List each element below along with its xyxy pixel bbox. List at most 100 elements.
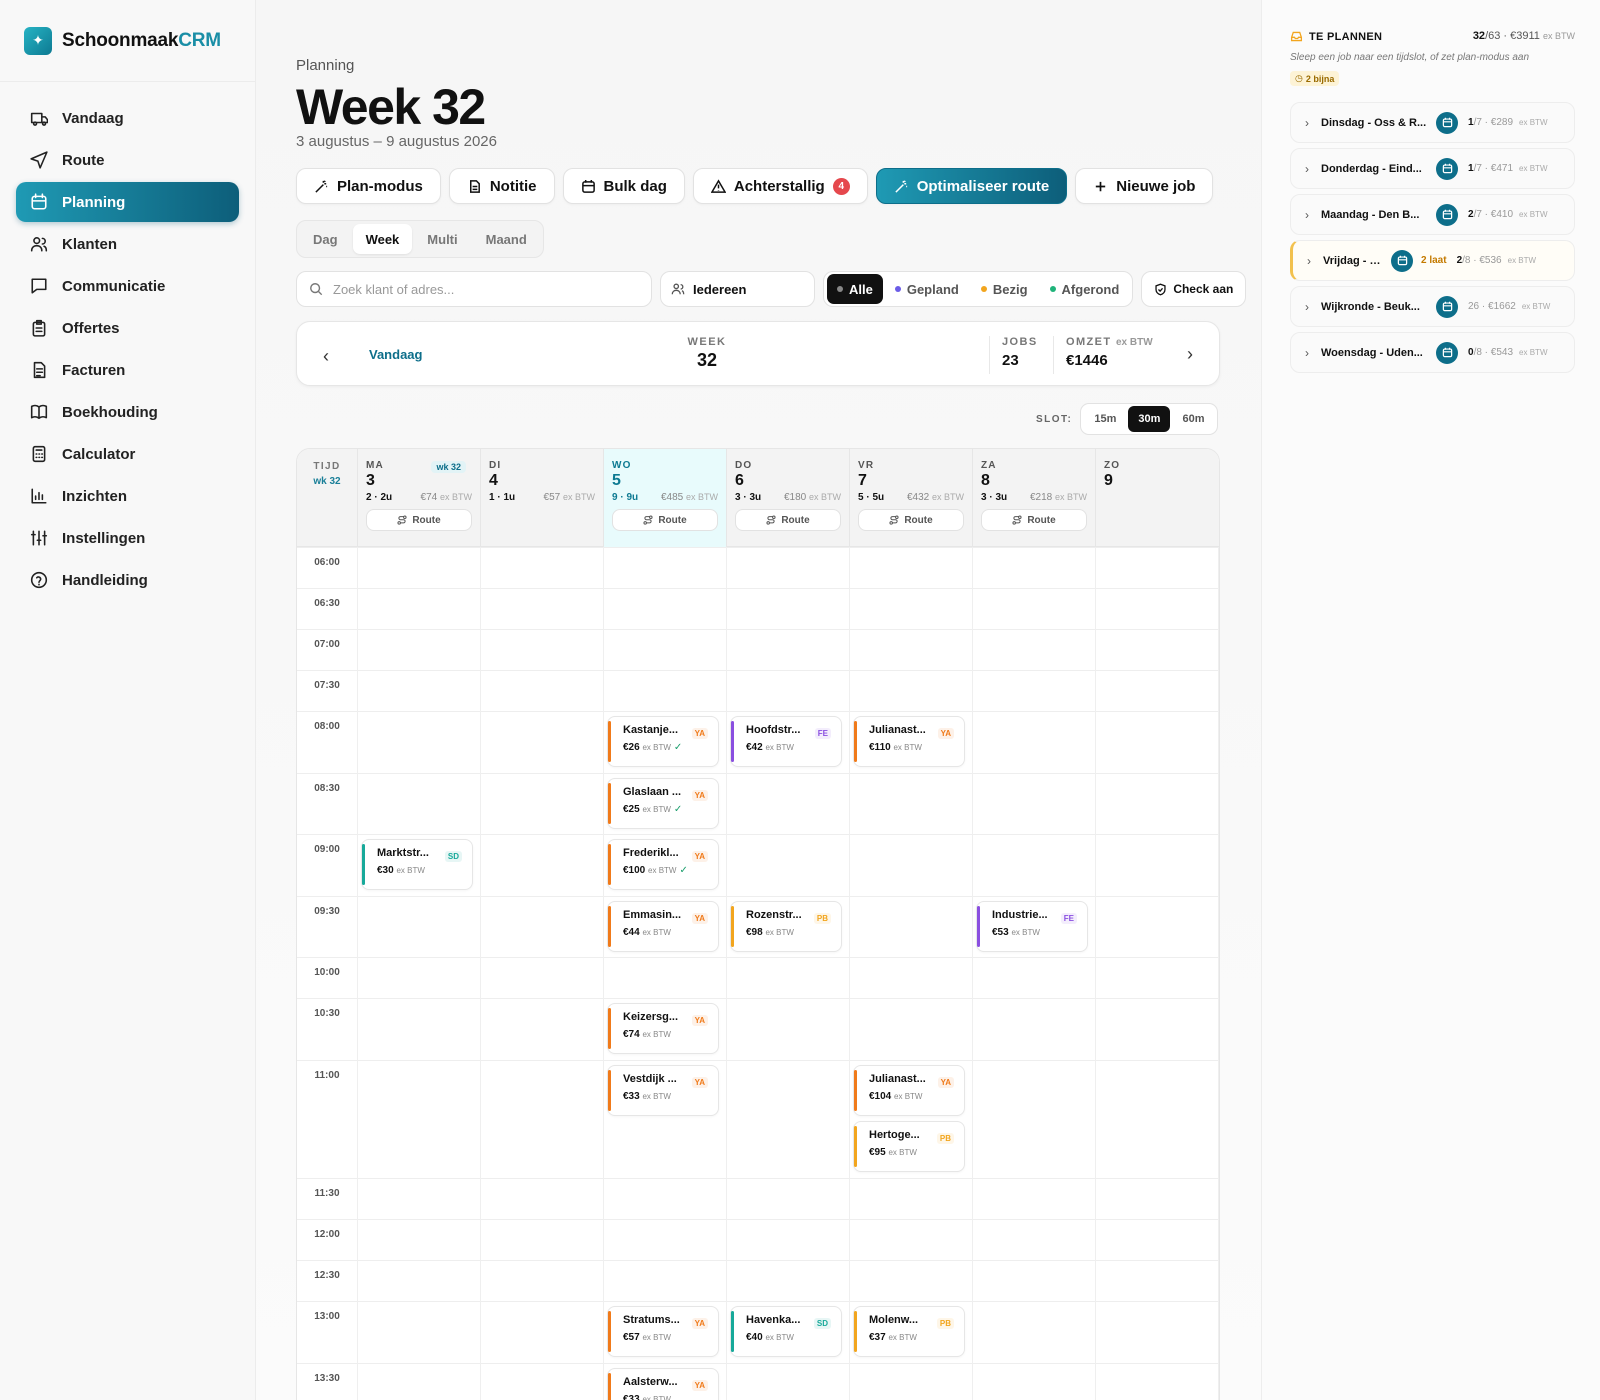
tab-maand[interactable]: Maand	[473, 224, 540, 254]
assignee-badge: YA	[691, 1379, 708, 1391]
assignee-badge: YA	[691, 728, 708, 739]
job-card[interactable]: Stratums... YA €57 ex BTW	[607, 1306, 719, 1358]
group-name: Dinsdag - Oss & R...	[1321, 116, 1427, 129]
calendar-icon[interactable]	[1436, 295, 1458, 318]
chevron-right-icon[interactable]: ›	[1307, 254, 1315, 268]
calendar-icon[interactable]	[1436, 341, 1458, 364]
unplanned-group[interactable]: › Dinsdag - Oss & R... 1/7 · €289 ex BTW	[1290, 102, 1575, 143]
status-filter-afgerond[interactable]: Afgerond	[1040, 274, 1130, 304]
slot-option-15m[interactable]: 15m	[1084, 406, 1126, 432]
job-card[interactable]: Kastanje... YA €26 ex BTW ✓	[607, 716, 719, 767]
sidebar-item-offertes[interactable]: Offertes	[16, 308, 239, 348]
search-input[interactable]	[333, 281, 623, 297]
assignee-select[interactable]: Iedereen	[660, 271, 815, 307]
sidebar-item-inzichten[interactable]: Inzichten	[16, 476, 239, 516]
job-card[interactable]: Emmasin... YA €44 ex BTW	[607, 900, 719, 952]
chevron-right-icon[interactable]: ›	[1305, 346, 1313, 360]
search-box[interactable]	[296, 271, 652, 307]
unplanned-group[interactable]: › Maandag - Den B... 2/7 · €410 ex BTW	[1290, 194, 1575, 235]
sidebar-item-vandaag[interactable]: Vandaag	[16, 98, 239, 138]
job-title: Aalsterw...	[623, 1375, 678, 1388]
job-card[interactable]: Rozenstr... PB €98 ex BTW	[730, 900, 842, 952]
job-card[interactable]: Hoofdstr... FE €42 ex BTW	[730, 716, 842, 767]
time-label: 12:30	[314, 1270, 340, 1282]
tab-week[interactable]: Week	[352, 224, 413, 254]
status-filter-alle[interactable]: Alle	[827, 274, 883, 304]
route-button[interactable]: Route	[366, 509, 472, 531]
job-card[interactable]: Julianast... YA €110 ex BTW	[853, 716, 965, 767]
day-header-za[interactable]: ZA 8 3 · 3u €218 ex BTW Route	[972, 449, 1095, 547]
job-card[interactable]: Glaslaan ... YA €25 ex BTW ✓	[607, 777, 719, 829]
tab-dag[interactable]: Dag	[300, 224, 351, 254]
status-filter-bezig[interactable]: Bezig	[971, 274, 1038, 304]
job-card[interactable]: Julianast... YA €104 ex BTW	[853, 1064, 965, 1116]
today-link[interactable]: Vandaag	[369, 347, 422, 362]
unplanned-group[interactable]: › Vrijdag - Z... 2 laat 2/8 · €536 ex BTW	[1290, 240, 1575, 281]
day-header-ma[interactable]: MA 3 wk 32 2 · 2u €74 ex BTW Route	[357, 449, 480, 547]
chevron-right-icon[interactable]: ›	[1305, 208, 1313, 222]
calendar-icon[interactable]	[1436, 203, 1458, 226]
sidebar-item-instellingen[interactable]: Instellingen	[16, 518, 239, 558]
assignee-badge: YA	[691, 912, 708, 924]
job-card[interactable]: Industrie... FE €53 ex BTW	[976, 900, 1088, 952]
unplanned-group[interactable]: › Wijkronde - Beuk... 26 · €1662 ex BTW	[1290, 286, 1575, 327]
check-toggle-button[interactable]: Check aan	[1141, 271, 1247, 307]
group-meta: 26 · €1662 ex BTW	[1468, 301, 1551, 312]
sidebar-item-facturen[interactable]: Facturen	[16, 350, 239, 390]
brand[interactable]: ✦ SchoonmaakCRM	[0, 0, 255, 82]
overdue-button[interactable]: Achterstallig 4	[692, 168, 868, 204]
day-header-di[interactable]: DI 4 1 · 1u €57 ex BTW	[480, 449, 603, 547]
chevron-right-icon[interactable]: ›	[1305, 162, 1313, 176]
chevron-right-icon[interactable]: ›	[1305, 116, 1313, 130]
clock-icon: ◷	[1295, 73, 1303, 83]
assignee-badge: PB	[936, 1132, 954, 1144]
slot-divider	[297, 588, 1219, 589]
sidebar-item-handleiding[interactable]: Handleiding	[16, 560, 239, 600]
slot-options: 15m 30m 60m	[1080, 403, 1219, 435]
sidebar-item-boekhouding[interactable]: Boekhouding	[16, 392, 239, 432]
route-button[interactable]: Route	[981, 509, 1087, 531]
bulk-day-button[interactable]: Bulk dag	[562, 168, 685, 204]
optimize-route-button[interactable]: Optimaliseer route	[875, 168, 1068, 204]
job-title: Stratums...	[623, 1314, 680, 1327]
group-name: Vrijdag - Z...	[1323, 254, 1383, 267]
plan-mode-button[interactable]: Plan-modus	[296, 168, 441, 204]
day-header-do[interactable]: DO 6 3 · 3u €180 ex BTW Route	[726, 449, 849, 547]
slot-divider	[297, 834, 1219, 835]
route-button[interactable]: Route	[735, 509, 841, 531]
route-button[interactable]: Route	[612, 509, 718, 531]
note-button[interactable]: Notitie	[448, 168, 555, 204]
job-card[interactable]: Aalsterw... YA €33 ex BTW	[607, 1367, 719, 1400]
sidebar-item-route[interactable]: Route	[16, 140, 239, 180]
job-card[interactable]: Vestdijk ... YA €33 ex BTW	[607, 1064, 719, 1116]
sidebar-item-planning[interactable]: Planning	[16, 182, 239, 222]
calendar-icon[interactable]	[1391, 249, 1413, 272]
job-card[interactable]: Havenka... SD €40 ex BTW	[730, 1306, 842, 1358]
chevron-right-icon[interactable]: ›	[1187, 344, 1193, 365]
new-job-button[interactable]: Nieuwe job	[1075, 168, 1214, 204]
day-header-zo[interactable]: ZO 9	[1095, 449, 1218, 547]
status-filter-gepland[interactable]: Gepland	[885, 274, 969, 304]
route-button[interactable]: Route	[858, 509, 964, 531]
slot-option-30m[interactable]: 30m	[1128, 406, 1171, 432]
job-price: €44 ex BTW	[623, 926, 671, 938]
job-card[interactable]: Keizersg... YA €74 ex BTW	[607, 1003, 719, 1054]
sidebar-item-calculator[interactable]: Calculator	[16, 434, 239, 474]
job-card[interactable]: Frederikl... YA €100 ex BTW ✓	[607, 839, 719, 890]
tab-multi[interactable]: Multi	[414, 224, 470, 254]
chevron-right-icon[interactable]: ›	[1305, 300, 1313, 314]
unplanned-group[interactable]: › Woensdag - Uden... 0/8 · €543 ex BTW	[1290, 332, 1575, 373]
calendar-icon[interactable]	[1436, 111, 1458, 134]
unplanned-group[interactable]: › Donderdag - Eind... 1/7 · €471 ex BTW	[1290, 148, 1575, 189]
slot-option-60m[interactable]: 60m	[1172, 406, 1214, 432]
job-card[interactable]: Molenw... PB €37 ex BTW	[853, 1306, 965, 1358]
day-header-vr[interactable]: VR 7 5 · 5u €432 ex BTW Route	[849, 449, 972, 547]
job-title: Hoofdstr...	[746, 724, 801, 736]
day-header-wo[interactable]: WO 5 9 · 9u €485 ex BTW Route	[603, 449, 726, 547]
sidebar-item-klanten[interactable]: Klanten	[16, 224, 239, 264]
chevron-left-icon[interactable]: ‹	[323, 346, 329, 367]
job-card[interactable]: Hertoge... PB €95 ex BTW	[853, 1120, 965, 1172]
sidebar-item-communicatie[interactable]: Communicatie	[16, 266, 239, 306]
calendar-icon[interactable]	[1436, 157, 1458, 180]
job-card[interactable]: Marktstr... SD €30 ex BTW	[361, 839, 473, 890]
